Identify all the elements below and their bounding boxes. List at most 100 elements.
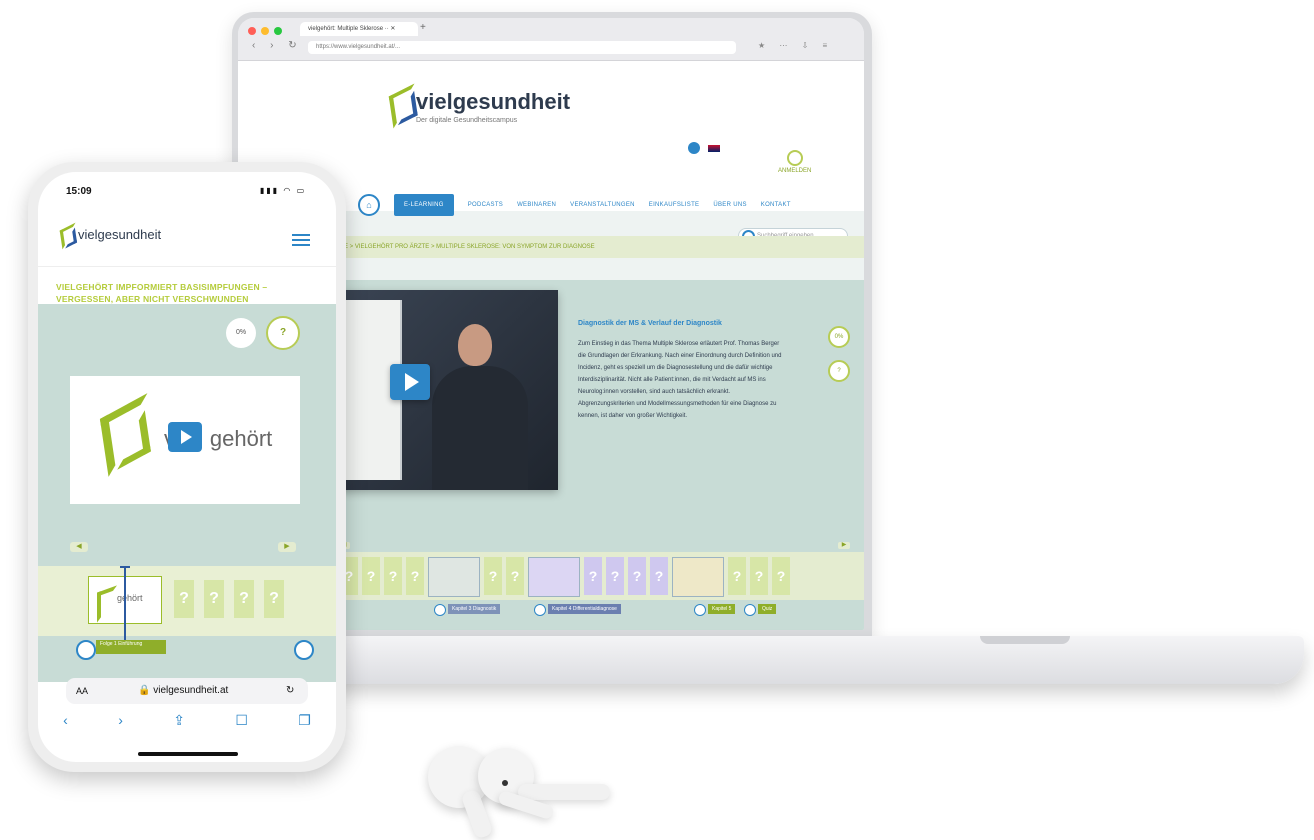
- mobile-video-player[interactable]: vigehört: [70, 376, 300, 504]
- presenter-head-image: [458, 324, 492, 366]
- nav-item-einkaufsliste[interactable]: EINKAUFSLISTE: [649, 202, 700, 208]
- hamburger-menu-icon[interactable]: [292, 234, 310, 249]
- timeline-thumbnail[interactable]: [672, 557, 724, 597]
- signal-wifi-battery-icon: ▮▮▮ ◠ ▭: [260, 186, 307, 195]
- timeline-cell[interactable]: ?: [234, 580, 254, 618]
- nav-item-webinaren[interactable]: WEBINAREN: [517, 202, 556, 208]
- mini-logo-mark-icon: [97, 585, 117, 623]
- video-player[interactable]: [330, 290, 558, 490]
- nav-item-e-learning[interactable]: E-LEARNING: [394, 194, 454, 216]
- browser-toolbar-icons[interactable]: ★ ⋯ ⇩ ≡: [758, 41, 833, 50]
- nav-item-ueber-uns[interactable]: ÜBER UNS: [713, 202, 746, 208]
- timeline-cell[interactable]: ?: [606, 557, 624, 595]
- mobile-chapter-timeline: gehört ? ? ? ?: [38, 566, 336, 642]
- mobile-browser-toolbar: ‹ › ⇪ ☐ ❐: [38, 712, 336, 729]
- timeline-cell[interactable]: ?: [174, 580, 194, 618]
- mini-logo-word: gehört: [117, 593, 143, 603]
- chapter-label[interactable]: Kapitel 5: [708, 604, 736, 614]
- chapter-label[interactable]: Kapitel 4 Differentialdiagnose: [548, 604, 621, 614]
- home-indicator[interactable]: [138, 752, 238, 756]
- timeline-next-button[interactable]: ▶: [838, 542, 850, 549]
- nav-item-veranstaltungen[interactable]: VERANSTALTUNGEN: [570, 202, 635, 208]
- timeline-cell[interactable]: ?: [362, 557, 380, 595]
- laptop-base: [300, 636, 1304, 684]
- reload-icon[interactable]: ↻: [286, 678, 294, 704]
- browser-chrome: vielgehört: Multiple Sklerose ·· ✕ + ‹ ›…: [238, 18, 864, 61]
- site-tagline: Der digitale Gesundheitscampus: [416, 117, 518, 124]
- tabs-icon[interactable]: ❐: [298, 712, 311, 729]
- browser-nav-arrows-icon[interactable]: ‹ › ↻: [252, 40, 303, 51]
- window-controls: [248, 27, 282, 35]
- minimize-window-button[interactable]: [261, 27, 269, 35]
- main-nav: ⌂ E-LEARNING PODCASTS WEBINAREN VERANSTA…: [358, 194, 791, 216]
- new-tab-button[interactable]: +: [420, 22, 426, 33]
- mobile-logo-wordmark: vielgesundheit: [78, 226, 162, 242]
- timeline-cell[interactable]: ?: [264, 580, 284, 618]
- progress-indicator: 0%: [828, 326, 850, 348]
- page-title: VIELGEHÖRT IMPFORMIERT BASISIMPFUNGEN – …: [56, 282, 268, 304]
- video-heading: Diagnostik der MS & Verlauf der Diagnost…: [578, 320, 722, 327]
- chapter-badge-icon: [694, 604, 706, 616]
- site-logo[interactable]: vielgesundheit Der digitale Gesundheitsc…: [388, 83, 571, 129]
- forward-icon[interactable]: ›: [118, 712, 123, 729]
- chapter-badge-icon: [534, 604, 546, 616]
- laptop-notch: [980, 636, 1070, 644]
- chapter-badge-icon: [434, 604, 446, 616]
- timeline-cell[interactable]: ?: [628, 557, 646, 595]
- timeline-prev-button[interactable]: ◀: [70, 542, 88, 552]
- timeline-cell[interactable]: ?: [728, 557, 746, 595]
- chapter-label[interactable]: Quiz: [758, 604, 777, 614]
- timeline-cell[interactable]: ?: [750, 557, 768, 595]
- timeline-playhead[interactable]: [120, 566, 130, 642]
- quiz-button[interactable]: ?: [828, 360, 850, 382]
- video-logo-mark-icon: [99, 393, 157, 477]
- chapter-timeline: ? ? ? ? ? ? ? ? ? ? ? ? ?: [338, 552, 864, 600]
- presenter-body-image: [432, 366, 528, 490]
- browser-url-bar[interactable]: https://www.vielgesundheit.at/...: [308, 41, 736, 54]
- status-time: 15:09: [66, 186, 92, 197]
- close-window-button[interactable]: [248, 27, 256, 35]
- login-label: ANMELDEN: [778, 168, 812, 174]
- phone-screen: 15:09 ▮▮▮ ◠ ▭ vielgesundheit VIELGEHÖRT …: [38, 172, 336, 762]
- login-link[interactable]: ANMELDEN: [778, 150, 811, 174]
- logo-mark-icon: [388, 83, 420, 129]
- maximize-window-button[interactable]: [274, 27, 282, 35]
- accessibility-button[interactable]: [688, 142, 700, 154]
- timeline-cell[interactable]: ?: [506, 557, 524, 595]
- logo-mark-icon: [59, 222, 79, 250]
- share-icon[interactable]: ⇪: [173, 712, 185, 729]
- timeline-cell[interactable]: ?: [384, 557, 402, 595]
- chapter-label[interactable]: Folge 1 Einführung: [96, 640, 166, 654]
- site-logo-wordmark: vielgesundheit: [416, 89, 571, 114]
- mobile-header: vielgesundheit: [38, 212, 336, 267]
- timeline-cell[interactable]: ?: [204, 580, 224, 618]
- progress-indicator: 0%: [226, 318, 256, 348]
- mobile-site-logo[interactable]: vielgesundheit: [59, 222, 162, 250]
- timeline-cell[interactable]: ?: [650, 557, 668, 595]
- chapter-label[interactable]: Kapitel 3 Diagnostik: [448, 604, 501, 614]
- reader-mode-button[interactable]: AA: [76, 678, 88, 704]
- video-description: Zum Einstieg in das Thema Multiple Skler…: [578, 341, 782, 419]
- timeline-cell[interactable]: ?: [484, 557, 502, 595]
- browser-tab[interactable]: vielgehört: Multiple Sklerose ·· ✕: [300, 22, 418, 36]
- timeline-cell[interactable]: ?: [772, 557, 790, 595]
- nav-item-kontakt[interactable]: KONTAKT: [761, 202, 791, 208]
- timeline-next-button[interactable]: ▶: [278, 542, 296, 552]
- chapter-badge-icon: [294, 640, 314, 660]
- back-icon[interactable]: ‹: [63, 712, 68, 729]
- english-flag-icon[interactable]: [708, 145, 720, 152]
- bookmarks-icon[interactable]: ☐: [235, 712, 248, 729]
- timeline-thumbnail[interactable]: [528, 557, 580, 597]
- home-icon[interactable]: ⌂: [358, 194, 380, 216]
- mobile-url-bar[interactable]: AA 🔒 vielgesundheit.at ↻: [66, 678, 308, 704]
- nav-item-podcasts[interactable]: PODCASTS: [468, 202, 503, 208]
- timeline-thumbnail[interactable]: [428, 557, 480, 597]
- play-button[interactable]: [390, 364, 430, 400]
- timeline-cell[interactable]: ?: [584, 557, 602, 595]
- user-icon: [786, 150, 803, 166]
- timeline-cell[interactable]: ?: [406, 557, 424, 595]
- chapter-badge-icon: [76, 640, 96, 660]
- play-button[interactable]: [168, 422, 202, 452]
- mobile-url-text: 🔒 vielgesundheit.at: [138, 685, 229, 696]
- quiz-button[interactable]: ?: [266, 316, 300, 350]
